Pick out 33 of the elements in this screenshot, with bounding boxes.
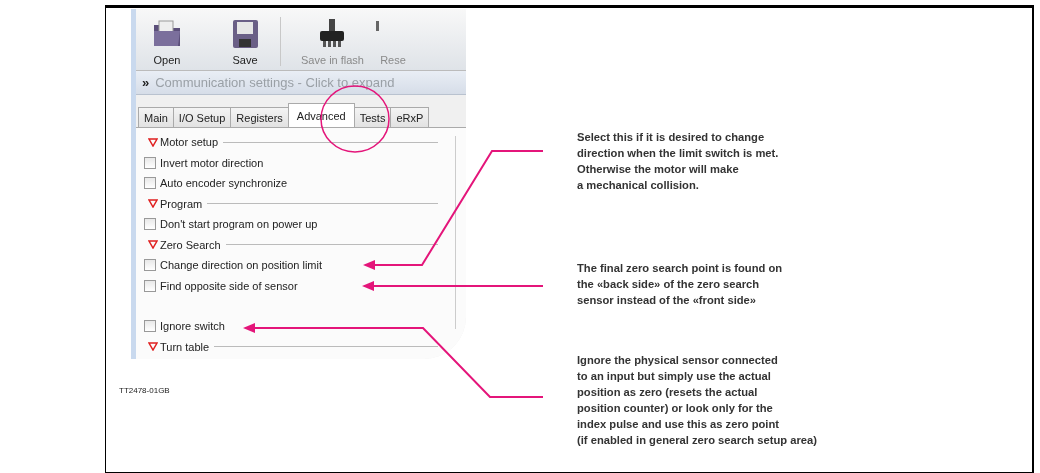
section-title: Zero Search — [160, 238, 221, 251]
annotation-text: Select this if it is desired to change direction when the limit switch is met. Otherwise the motor will make a mechanical collision. — [577, 130, 780, 193]
toolbar-button[interactable]: Open — [144, 17, 190, 66]
checkbox[interactable] — [144, 177, 156, 190]
section-title: Turn table — [160, 340, 210, 353]
annotation-text: Ignore the physical sensor connected to an input but simply use the actual position as zero (resets the actual position counter) or look only for the index pulse and use this as zero point (if enabled in general zero search setup area) — [577, 353, 817, 448]
figure-code: TT2478-01GB — [119, 386, 171, 395]
annotation-text: The final zero search point is found on the «back side» of the zero search sensor instead of the «front side» — [577, 261, 784, 308]
tab[interactable]: Registers — [230, 107, 289, 127]
collapse-triangle-icon[interactable] — [148, 137, 158, 147]
collapse-triangle-icon[interactable] — [148, 342, 158, 352]
checkbox[interactable] — [144, 279, 156, 292]
collapse-triangle-icon[interactable] — [148, 199, 158, 209]
checkbox[interactable] — [144, 156, 156, 169]
checkbox[interactable] — [144, 218, 156, 231]
tab[interactable]: Main — [138, 107, 174, 127]
toolbar-button[interactable]: Save — [222, 17, 281, 66]
checkbox-label[interactable]: Change direction on position limit — [160, 259, 323, 272]
checkbox-label[interactable]: Find opposite side of sensor — [160, 279, 298, 292]
section-title: Program — [160, 197, 203, 210]
collapse-triangle-icon[interactable] — [148, 240, 158, 250]
checkbox[interactable] — [144, 259, 156, 272]
tab[interactable]: Tests — [353, 107, 392, 127]
toolbar-icon — [376, 21, 379, 31]
checkbox[interactable] — [144, 320, 156, 333]
checkbox-label[interactable]: Ignore switch — [160, 320, 225, 333]
checkbox-label[interactable]: Don't start program on power up — [160, 218, 318, 231]
tab[interactable]: eRxP — [390, 107, 430, 127]
communication-settings-bar[interactable]: » Communication settings - Click to expand — [136, 71, 466, 95]
checkbox-label[interactable]: Invert motor direction — [160, 156, 264, 169]
tab[interactable]: I/O Setup — [172, 107, 232, 127]
checkbox-label[interactable]: Auto encoder synchronize — [160, 177, 288, 190]
section-title: Motor setup — [160, 136, 219, 149]
